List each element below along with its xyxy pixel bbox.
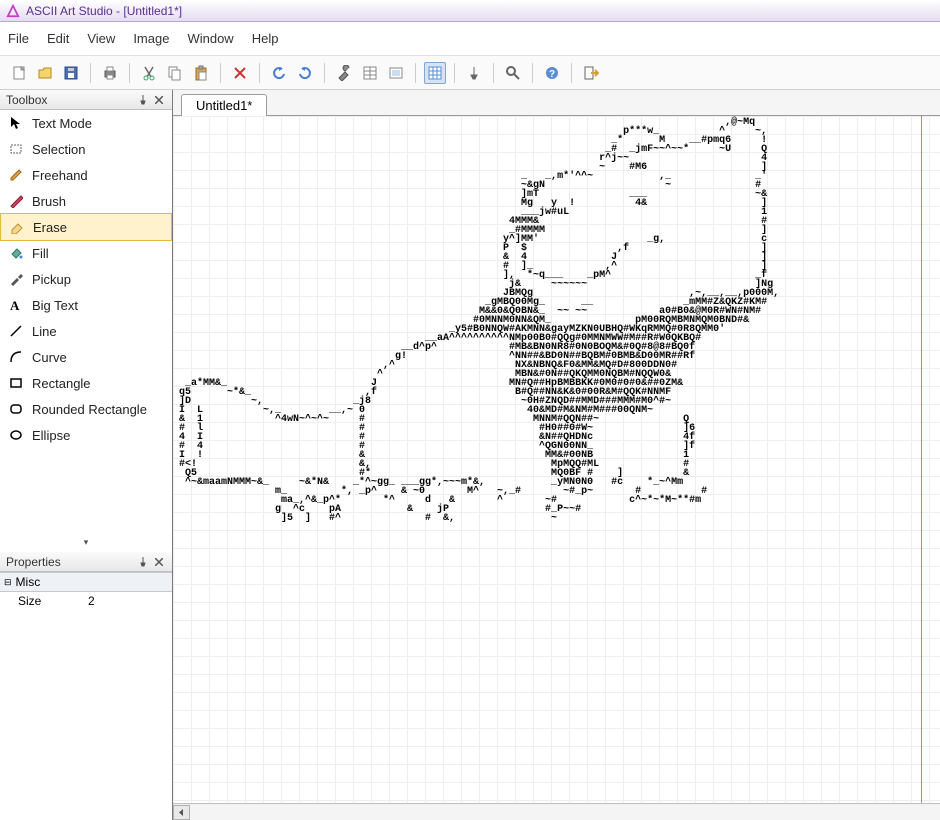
tools-icon[interactable]	[333, 62, 355, 84]
paste-icon[interactable]	[190, 62, 212, 84]
zoom-icon[interactable]	[502, 62, 524, 84]
chevron-down-icon[interactable]: ▾	[0, 533, 172, 552]
tool-label: Curve	[32, 350, 67, 365]
tool-pickup[interactable]: Pickup	[0, 266, 172, 292]
tool-label: Big Text	[32, 298, 78, 313]
tool-label: Rectangle	[32, 376, 91, 391]
tool-label: Text Mode	[32, 116, 92, 131]
tool-line[interactable]: Line	[0, 318, 172, 344]
curve-icon	[8, 349, 24, 365]
canvas[interactable]: ,@~Mq p***w_ ^ ~, _* M __#pmq6	[173, 116, 940, 803]
pin-icon[interactable]	[136, 93, 150, 107]
scroll-track[interactable]	[190, 805, 940, 820]
menu-help[interactable]: Help	[252, 31, 279, 46]
close-icon[interactable]	[152, 93, 166, 107]
grid-icon[interactable]	[424, 62, 446, 84]
delete-icon[interactable]	[229, 62, 251, 84]
property-row[interactable]: Size 2	[0, 592, 172, 610]
rectangle-icon	[8, 375, 24, 391]
collapse-icon: ⊟	[4, 577, 12, 588]
tool-freehand[interactable]: Freehand	[0, 162, 172, 188]
rounded-rectangle-icon	[8, 401, 24, 417]
fill-icon	[8, 245, 24, 261]
titlebar: ASCII Art Studio - [Untitled1*]	[0, 0, 940, 22]
toolbox-list: Text Mode Selection Freehand Brush Erase Fill…	[0, 110, 172, 533]
properties-icon[interactable]	[359, 62, 381, 84]
open-icon[interactable]	[34, 62, 56, 84]
toolbox-header: Toolbox	[0, 90, 172, 110]
menu-image[interactable]: Image	[133, 31, 169, 46]
properties-section-label: Misc	[16, 575, 41, 589]
tab-untitled[interactable]: Untitled1*	[181, 94, 267, 116]
pin-icon[interactable]	[463, 62, 485, 84]
ascii-content: ,@~Mq p***w_ ^ ~, _* M __#pmq6	[173, 116, 940, 803]
tool-fill[interactable]: Fill	[0, 240, 172, 266]
tab-label: Untitled1*	[196, 98, 252, 113]
tool-erase[interactable]: Erase	[0, 213, 172, 241]
tool-label: Freehand	[32, 168, 88, 183]
menu-edit[interactable]: Edit	[47, 31, 69, 46]
brush-icon	[8, 193, 24, 209]
ellipse-icon	[8, 427, 24, 443]
tool-big-text[interactable]: A Big Text	[0, 292, 172, 318]
app-icon	[6, 4, 20, 18]
tool-label: Line	[32, 324, 57, 339]
tool-label: Erase	[33, 220, 67, 235]
properties-header: Properties	[0, 552, 172, 572]
redo-icon[interactable]	[294, 62, 316, 84]
properties-panel: ⊟ Misc Size 2	[0, 572, 172, 820]
scroll-left-icon[interactable]	[173, 805, 190, 820]
line-icon	[8, 323, 24, 339]
tool-brush[interactable]: Brush	[0, 188, 172, 214]
exit-icon[interactable]	[580, 62, 602, 84]
help-icon[interactable]: ?	[541, 62, 563, 84]
eraser-icon	[9, 219, 25, 235]
horizontal-scrollbar[interactable]	[173, 803, 940, 820]
tool-label: Ellipse	[32, 428, 70, 443]
eyedropper-icon	[8, 271, 24, 287]
tool-ellipse[interactable]: Ellipse	[0, 422, 172, 448]
property-key: Size	[18, 594, 88, 608]
cursor-icon	[8, 115, 24, 131]
close-icon[interactable]	[152, 555, 166, 569]
menu-view[interactable]: View	[87, 31, 115, 46]
tool-rectangle[interactable]: Rectangle	[0, 370, 172, 396]
property-value: 2	[88, 594, 95, 608]
tool-label: Brush	[32, 194, 66, 209]
undo-icon[interactable]	[268, 62, 290, 84]
pencil-icon	[8, 167, 24, 183]
tool-curve[interactable]: Curve	[0, 344, 172, 370]
tool-label: Fill	[32, 246, 49, 261]
properties-section[interactable]: ⊟ Misc	[0, 572, 172, 592]
toolbox-title: Toolbox	[6, 93, 47, 107]
tabstrip: Untitled1*	[173, 90, 940, 116]
tool-rounded-rectangle[interactable]: Rounded Rectangle	[0, 396, 172, 422]
toolbar: ?	[0, 56, 940, 90]
new-icon[interactable]	[8, 62, 30, 84]
menu-window[interactable]: Window	[187, 31, 233, 46]
tool-label: Selection	[32, 142, 85, 157]
copy-icon[interactable]	[164, 62, 186, 84]
window-title: ASCII Art Studio - [Untitled1*]	[26, 4, 182, 18]
svg-text:?: ?	[549, 69, 555, 80]
cut-icon[interactable]	[138, 62, 160, 84]
bigtext-icon: A	[8, 297, 24, 313]
menu-file[interactable]: File	[8, 31, 29, 46]
tool-selection[interactable]: Selection	[0, 136, 172, 162]
tool-text-mode[interactable]: Text Mode	[0, 110, 172, 136]
svg-text:A: A	[10, 298, 20, 312]
selection-icon	[8, 141, 24, 157]
tool-label: Rounded Rectangle	[32, 402, 147, 417]
print-icon[interactable]	[99, 62, 121, 84]
menubar: File Edit View Image Window Help	[0, 22, 940, 56]
properties-title: Properties	[6, 555, 61, 569]
pin-icon[interactable]	[136, 555, 150, 569]
layers-icon[interactable]	[385, 62, 407, 84]
save-icon[interactable]	[60, 62, 82, 84]
tool-label: Pickup	[32, 272, 71, 287]
